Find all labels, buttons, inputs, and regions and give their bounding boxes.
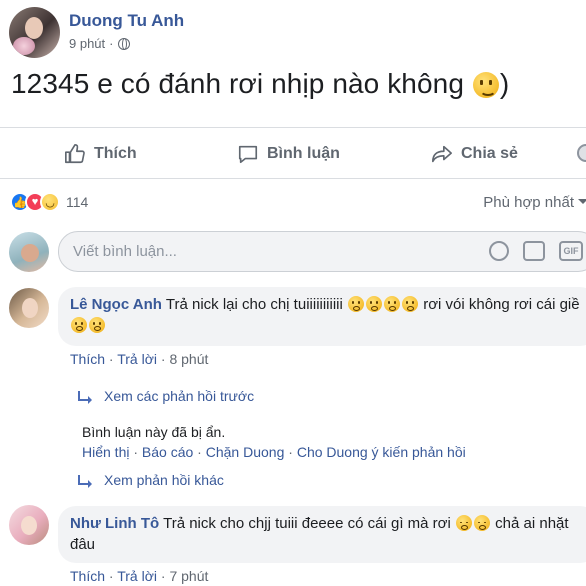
comment-actions: Thích · Trả lời · 7 phút	[70, 568, 208, 584]
like-button-label: Thích	[94, 145, 137, 162]
separator: ·	[157, 568, 170, 584]
comment-bubble-icon	[238, 145, 258, 164]
globe-icon	[117, 37, 130, 50]
view-previous-replies-label: Xem các phản hồi trước	[104, 388, 255, 404]
view-previous-replies[interactable]: Xem các phản hồi trước	[78, 388, 254, 404]
emoji-icon	[402, 296, 419, 312]
commenter-name[interactable]: Như Linh Tô	[70, 515, 159, 532]
emoji-icon	[348, 296, 365, 312]
view-more-replies-label: Xem phản hồi khác	[104, 472, 224, 488]
post-text: 12345 e có đánh rơi nhịp nào không )	[11, 68, 509, 100]
relieved-emoji-icon	[456, 515, 472, 531]
comment-actions: Thích · Trả lời · 8 phút	[70, 351, 208, 367]
comment-time[interactable]: 7 phút	[169, 568, 208, 584]
comment-bubble: Như Linh Tô Trả nick cho chjj tuiii đeee…	[58, 506, 586, 563]
show-hidden-link[interactable]: Hiển thị	[82, 444, 129, 460]
view-more-replies[interactable]: Xem phản hồi khác	[78, 472, 224, 488]
reply-arrow-icon	[78, 475, 92, 488]
reactions-summary[interactable]: 👍 ♥ ◡ 114	[10, 192, 88, 212]
report-link[interactable]: Báo cáo	[142, 444, 193, 460]
comment-like-link[interactable]: Thích	[70, 568, 105, 584]
comment-button-label: Bình luận	[267, 145, 340, 162]
reaction-count[interactable]: 114	[66, 194, 88, 210]
upside-down-emoji-icon	[89, 317, 105, 333]
hidden-comment-links: Hiển thị · Báo cáo · Chặn Duong · Cho Du…	[82, 444, 466, 460]
post-time[interactable]: 9 phút	[69, 36, 105, 51]
post-text-body: 12345 e có đánh rơi nhịp nào không	[11, 68, 464, 99]
comment-filter-label: Phù hợp nhất	[483, 194, 574, 211]
post-action-bar: Thích Bình luận Chia sẻ	[0, 127, 586, 179]
separator: ·	[105, 351, 118, 367]
comment-input-tools: GIF	[489, 241, 583, 261]
commenter-name[interactable]: Lê Ngọc Anh	[70, 296, 162, 313]
comment-reply-link[interactable]: Trả lời	[117, 568, 157, 584]
relieved-emoji-icon	[474, 515, 490, 531]
camera-icon[interactable]	[523, 241, 545, 261]
commenter-avatar[interactable]	[9, 288, 49, 328]
comment-like-link[interactable]: Thích	[70, 351, 105, 367]
comment-text: rơi vói không rơi cái giề	[423, 296, 580, 313]
post-meta: 9 phút ·	[69, 36, 130, 51]
comment-bubble: Lê Ngọc Anh Trả nick lại cho chị tuiiiii…	[58, 287, 586, 346]
thumbs-up-icon	[65, 144, 85, 164]
current-user-avatar	[9, 232, 49, 272]
separator: ·	[105, 568, 118, 584]
chevron-down-icon	[578, 199, 586, 209]
comment-text: Trả nick lại cho chị tuiiiiiiiiiii	[165, 296, 343, 313]
hidden-comment-note: Bình luận này đã bị ẩn.	[82, 424, 226, 440]
reply-arrow-icon	[78, 391, 92, 404]
comment-reply-link[interactable]: Trả lời	[117, 351, 157, 367]
comment-time[interactable]: 8 phút	[169, 351, 208, 367]
share-button-label: Chia sẻ	[461, 145, 518, 162]
block-user-link[interactable]: Chặn Duong	[206, 444, 285, 460]
meta-separator: ·	[109, 36, 114, 51]
separator: ·	[129, 444, 142, 460]
give-feedback-link[interactable]: Cho Duong ý kiến phản hồi	[297, 444, 466, 460]
emoji-picker-icon[interactable]	[489, 241, 509, 261]
separator: ·	[193, 444, 206, 460]
haha-reaction-icon: ◡	[40, 192, 60, 212]
emoji-icon	[384, 296, 401, 312]
post-author-avatar[interactable]	[9, 7, 60, 58]
share-arrow-icon	[432, 145, 452, 163]
share-button[interactable]: Chia sẻ	[431, 128, 518, 180]
profile-selector-icon[interactable]	[577, 144, 586, 162]
separator: ·	[157, 351, 170, 367]
emoji-icon	[366, 296, 383, 312]
comment-button[interactable]: Bình luận	[237, 128, 340, 180]
separator: ·	[284, 444, 297, 460]
comment-text: Trả nick cho chjj tuiii đeeee có cái gì …	[163, 515, 451, 532]
comment-input[interactable]: Viết bình luận... GIF	[58, 231, 586, 272]
gif-icon[interactable]: GIF	[559, 241, 583, 261]
post-author-name[interactable]: Duong Tu Anh	[69, 11, 184, 31]
smile-emoji-icon	[472, 72, 499, 98]
comment-input-placeholder: Viết bình luận...	[73, 243, 177, 260]
commenter-avatar[interactable]	[9, 505, 49, 545]
comment-filter-dropdown[interactable]: Phù hợp nhất	[483, 194, 586, 211]
like-button[interactable]: Thích	[64, 128, 137, 180]
upside-down-emoji-icon	[71, 317, 87, 333]
post-text-tail: )	[499, 68, 510, 99]
